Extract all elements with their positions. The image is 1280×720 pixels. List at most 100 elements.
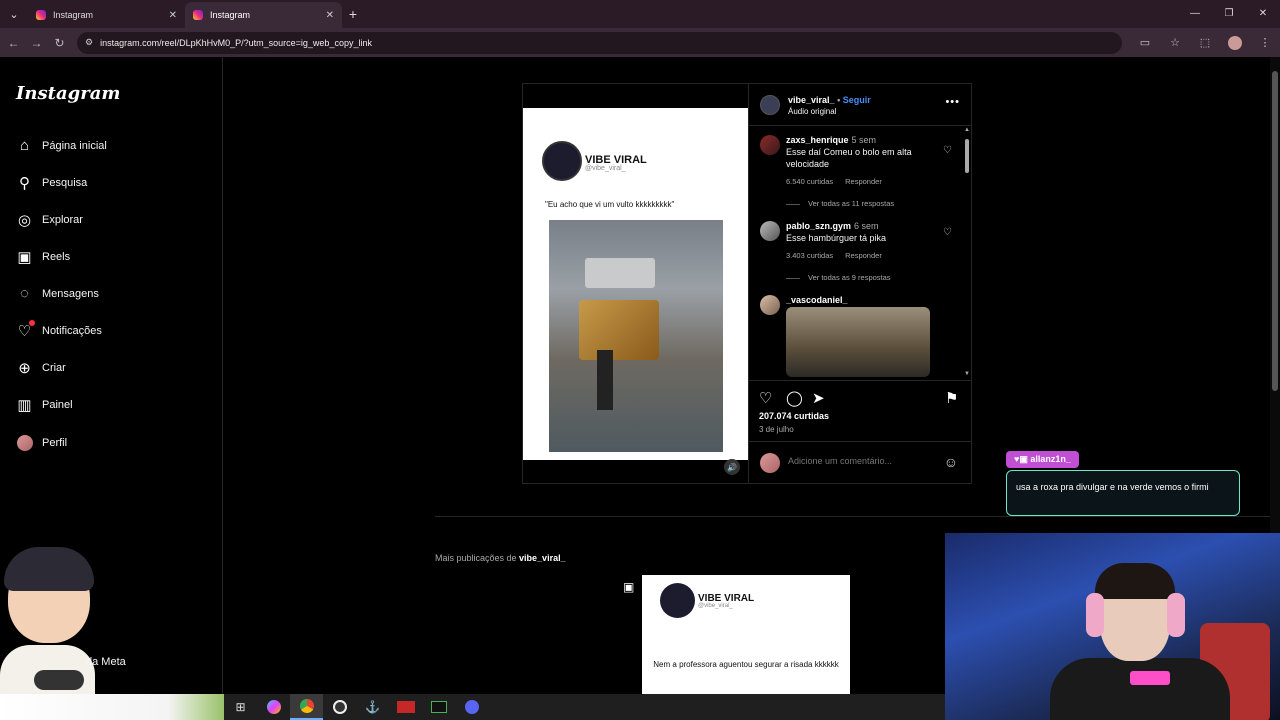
comment-likes[interactable]: 6.540 curtidas xyxy=(786,177,833,186)
tab-search-button[interactable]: ⌄ xyxy=(0,0,28,28)
comments-list[interactable]: zaxs_henrique 5 sem Esse daí Comeu o bolo… xyxy=(749,127,972,379)
sidebar-item-label: Reels xyxy=(42,250,71,263)
comment-item: zaxs_henrique 5 sem Esse daí Comeu o bolo… xyxy=(760,135,952,215)
new-tab-button[interactable]: + xyxy=(342,6,364,22)
comment-username[interactable]: pablo_szn.gym xyxy=(786,221,851,231)
view-replies-button[interactable]: Ver todas as 11 respostas xyxy=(786,199,894,208)
sidebar-item-messages[interactable]: ◌ Mensagens xyxy=(16,285,99,302)
sound-icon[interactable]: 🔊 xyxy=(724,459,740,475)
author-username[interactable]: vibe_viral_ xyxy=(788,95,835,105)
discord-icon[interactable] xyxy=(455,694,488,720)
chat-message: usa a roxa pra divulgar e na verde vemos… xyxy=(1006,470,1240,516)
instagram-favicon-icon xyxy=(193,10,203,20)
reload-button[interactable]: ↻ xyxy=(48,36,71,50)
share-icon[interactable]: ➤ xyxy=(812,389,825,407)
divider xyxy=(435,516,1275,517)
vibe-viral-logo-icon xyxy=(660,583,695,618)
comment-text: Esse daí Comeu o bolo em alta velocidade xyxy=(786,147,912,169)
webcam-feed xyxy=(945,533,1280,720)
post-thumbnail[interactable]: VIBE VIRAL @vibe_viral_ Nem a professora… xyxy=(642,575,850,694)
browser-tab-1[interactable]: Instagram ✕ xyxy=(28,2,185,28)
follow-button[interactable]: Seguir xyxy=(843,95,871,105)
view-replies-button[interactable]: Ver todas as 9 respostas xyxy=(786,273,891,282)
author-avatar[interactable] xyxy=(760,95,780,115)
post-media[interactable]: VIBE VIRAL @vibe_viral_ "Eu acho que vi … xyxy=(523,84,748,483)
media-brand-handle: @vibe_viral_ xyxy=(585,165,626,172)
instagram-logo[interactable]: Instagram xyxy=(16,83,120,104)
scroll-down-icon[interactable]: ▼ xyxy=(964,371,970,377)
minimize-button[interactable]: — xyxy=(1178,0,1212,28)
sidebar-item-dashboard[interactable]: ▥ Painel xyxy=(16,396,73,414)
copilot-icon[interactable] xyxy=(257,694,290,720)
os-taskbar: ⊞ ⚓ xyxy=(0,694,945,720)
likes-count[interactable]: 207.074 curtidas xyxy=(759,411,829,421)
page-scrollbar[interactable] xyxy=(1270,57,1280,533)
more-options-icon[interactable]: ••• xyxy=(945,96,960,108)
like-icon[interactable]: ♡ xyxy=(759,389,772,407)
post-date: 3 de julho xyxy=(759,425,794,434)
chart-icon: ▥ xyxy=(17,396,32,414)
basket-shape xyxy=(579,300,659,360)
sidebar-item-label: Painel xyxy=(42,398,73,411)
browser-tab-2[interactable]: Instagram ✕ xyxy=(185,2,342,28)
sidebar-item-notifications[interactable]: ♡ Notificações xyxy=(16,320,102,340)
avatar xyxy=(760,453,780,473)
vibe-viral-logo-icon xyxy=(542,141,582,181)
close-tab-icon[interactable]: ✕ xyxy=(169,10,177,21)
more-posts-user[interactable]: vibe_viral_ xyxy=(519,553,566,563)
taskbar-search[interactable] xyxy=(0,694,224,720)
back-button[interactable]: ← xyxy=(2,36,25,50)
close-window-button[interactable]: ✕ xyxy=(1246,0,1280,28)
like-comment-icon[interactable]: ♡ xyxy=(943,227,952,238)
thumb-handle: @vibe_viral_ xyxy=(698,603,733,609)
comment-likes[interactable]: 3.403 curtidas xyxy=(786,251,833,260)
voicemeeter-icon[interactable] xyxy=(389,694,422,720)
cast-icon[interactable]: ▭ xyxy=(1130,36,1160,50)
chrome-icon[interactable] xyxy=(290,694,323,720)
add-comment-bar: ☺ xyxy=(749,441,972,483)
sidebar-item-home[interactable]: ⌂ Página inicial xyxy=(16,137,107,154)
home-icon: ⌂ xyxy=(19,137,30,154)
extensions-icon[interactable]: ⬚ xyxy=(1190,36,1220,50)
profile-avatar[interactable] xyxy=(1228,35,1242,50)
browser-menu-icon[interactable]: ⋮ xyxy=(1250,36,1280,50)
reply-button[interactable]: Responder xyxy=(845,251,882,260)
task-view-icon[interactable]: ⊞ xyxy=(224,694,257,720)
audio-label[interactable]: Áudio original xyxy=(788,107,836,116)
close-tab-icon[interactable]: ✕ xyxy=(326,10,334,21)
comments-scrollbar[interactable]: ▲ ▼ xyxy=(964,127,970,379)
comment-image[interactable] xyxy=(786,307,930,377)
reels-icon: ▣ xyxy=(17,248,32,266)
sidebar-item-reels[interactable]: ▣ Reels xyxy=(16,248,71,266)
audio-app-icon[interactable] xyxy=(422,694,455,720)
comment-username[interactable]: zaxs_henrique xyxy=(786,135,849,145)
url-field[interactable]: ⚙ instagram.com/reel/DLpKhHvM0_P/?utm_so… xyxy=(77,31,1122,54)
comment-input[interactable] xyxy=(788,456,928,466)
obs-icon[interactable] xyxy=(323,694,356,720)
sidebar-item-create[interactable]: ⊕ Criar xyxy=(16,359,66,377)
avatar[interactable] xyxy=(760,221,780,241)
avatar[interactable] xyxy=(760,295,780,315)
like-comment-icon[interactable]: ♡ xyxy=(943,145,952,156)
reply-button[interactable]: Responder xyxy=(845,177,882,186)
restore-button[interactable]: ❐ xyxy=(1212,0,1246,28)
app-icon[interactable]: ⚓ xyxy=(356,694,389,720)
scroll-up-icon[interactable]: ▲ xyxy=(964,127,970,133)
more-posts-label: Mais publicações de vibe_viral_ xyxy=(435,553,566,563)
save-icon[interactable]: ⚑ xyxy=(945,389,958,407)
site-info-icon[interactable]: ⚙ xyxy=(85,37,93,48)
sidebar-item-explore[interactable]: ◎ Explorar xyxy=(16,211,83,229)
url-text: instagram.com/reel/DLpKhHvM0_P/?utm_sour… xyxy=(100,37,372,48)
sidebar-item-profile[interactable]: Perfil xyxy=(16,434,67,451)
search-icon: ⚲ xyxy=(19,174,30,192)
handle-shape xyxy=(597,350,613,410)
avatar[interactable] xyxy=(760,135,780,155)
bookmark-star-icon[interactable]: ☆ xyxy=(1160,36,1190,50)
sidebar-item-search[interactable]: ⚲ Pesquisa xyxy=(16,174,87,192)
comment-username[interactable]: _vascodaniel_ xyxy=(786,295,848,305)
forward-button[interactable]: → xyxy=(25,36,48,50)
comment-icon[interactable]: ◯ xyxy=(786,389,803,407)
emoji-icon[interactable]: ☺ xyxy=(944,454,958,470)
meta-label[interactable]: da Meta xyxy=(86,656,126,668)
headset-icon xyxy=(1086,593,1104,637)
